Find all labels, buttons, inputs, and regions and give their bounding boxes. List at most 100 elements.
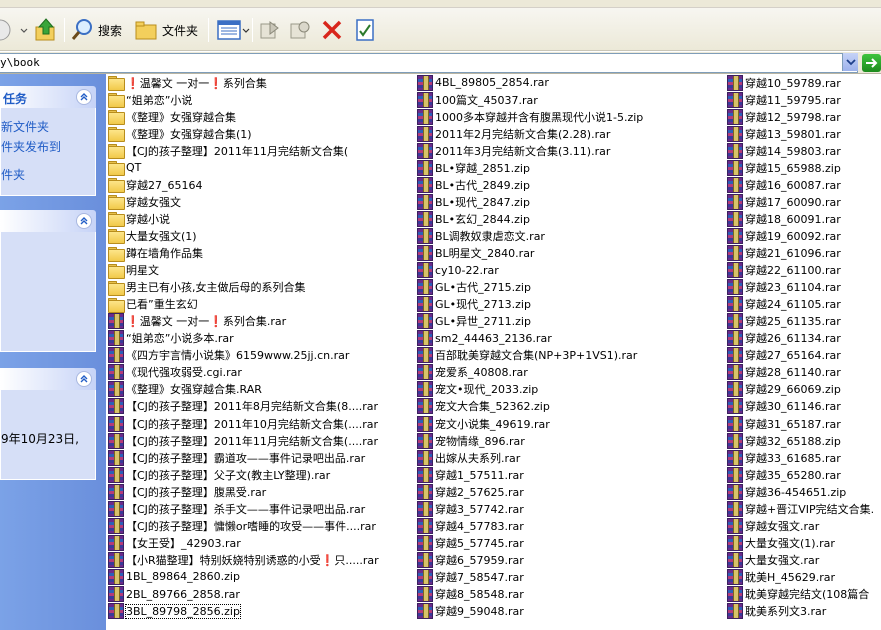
archive-file-item[interactable]: 穿越28_61140.rar: [727, 364, 841, 381]
archive-file-item[interactable]: 出嫁从夫系列.rar: [417, 449, 520, 466]
archive-file-item[interactable]: 穿越6_57959.rar: [417, 551, 524, 568]
archive-file-item[interactable]: BL•穿越_2851.zip: [417, 159, 530, 176]
folder-item[interactable]: 男主已有小孩,女主做后母的系列合集: [108, 279, 306, 296]
archive-file-item[interactable]: 大量女强文(1).rar: [727, 534, 835, 551]
copy-to-button[interactable]: [288, 16, 312, 44]
collapse-chevron-icon[interactable]: [76, 89, 92, 105]
back-button[interactable]: [0, 16, 12, 44]
archive-file-item[interactable]: 穿越19_60092.rar: [727, 227, 841, 244]
archive-file-item[interactable]: 《整理》女强穿越合集.RAR: [108, 381, 262, 398]
task-link-new-folder[interactable]: 新文件夹: [1, 118, 49, 135]
archive-file-item[interactable]: 3BL_89798_2856.zip: [108, 603, 241, 620]
back-dropdown[interactable]: [20, 16, 28, 44]
archive-file-item[interactable]: BL•古代_2849.zip: [417, 176, 530, 193]
archive-file-item[interactable]: 穿越5_57745.rar: [417, 534, 524, 551]
folder-item[interactable]: 《整理》女强穿越合集(1): [108, 125, 252, 143]
archive-file-item[interactable]: 2011年2月完结新文合集(2.28).rar: [417, 125, 610, 142]
folder-item[interactable]: 蹲在墙角作品集: [108, 245, 203, 262]
archive-file-item[interactable]: 穿越7_58547.rar: [417, 568, 524, 585]
archive-file-item[interactable]: 穿越22_61100.rar: [727, 262, 841, 279]
archive-file-item[interactable]: 穿越2_57625.rar: [417, 483, 524, 500]
up-folder-button[interactable]: [34, 16, 58, 44]
archive-file-item[interactable]: 耽美系列文3.rar: [727, 603, 826, 620]
archive-file-item[interactable]: 穿越25_61135.rar: [727, 313, 841, 330]
folder-item[interactable]: 穿越小说: [108, 210, 170, 228]
archive-file-item[interactable]: 穿越31_65187.rar: [727, 415, 841, 432]
collapse-chevron-icon[interactable]: [76, 213, 92, 229]
archive-file-item[interactable]: sm2_44463_2136.rar: [417, 330, 552, 347]
archive-file-item[interactable]: 【CJ的孩子整理】2011年8月完结新文合集(8....rar: [108, 398, 378, 415]
archive-file-item[interactable]: 《四方宇言情小说集》6159www.25jj.cn.rar: [108, 347, 349, 364]
archive-file-item[interactable]: 耽美H_45629.rar: [727, 568, 835, 585]
archive-file-item[interactable]: GL•现代_2713.zip: [417, 296, 531, 313]
archive-file-item[interactable]: 1BL_89864_2860.zip: [108, 568, 240, 585]
archive-file-item[interactable]: BL调教奴隶虐恋文.rar: [417, 227, 545, 244]
archive-file-item[interactable]: 穿越21_61096.rar: [727, 245, 841, 262]
address-input[interactable]: y\book: [0, 53, 858, 73]
archive-file-item[interactable]: 宠文大合集_52362.zip: [417, 398, 550, 415]
archive-file-item[interactable]: 穿越17_60090.rar: [727, 193, 841, 210]
archive-file-item[interactable]: 【CJ的孩子整理】霸道攻——事件记录吧出品.rar: [108, 449, 365, 466]
folder-item[interactable]: ❗温馨文 一对一❗系列合集: [108, 74, 267, 91]
archive-file-item[interactable]: 2BL_89766_2858.rar: [108, 586, 240, 603]
archive-file-item[interactable]: 【小R猫整理】特别妖娆特别诱惑的小受❗只.....rar: [108, 551, 379, 568]
folder-item[interactable]: 明星文: [108, 262, 159, 279]
archive-file-item[interactable]: 大量女强文.rar: [727, 551, 819, 568]
archive-file-item[interactable]: 穿越14_59803.rar: [727, 142, 841, 159]
folders-button[interactable]: 文件夹: [134, 16, 198, 44]
archive-file-item[interactable]: 穿越36-454651.zip: [727, 483, 846, 500]
archive-file-item[interactable]: BL•玄幻_2844.zip: [417, 210, 530, 227]
archive-file-item[interactable]: 穿越12_59798.rar: [727, 108, 841, 125]
archive-file-item[interactable]: 宠文•现代_2033.zip: [417, 381, 538, 398]
archive-file-item[interactable]: 穿越15_65988.zip: [727, 159, 841, 176]
properties-button[interactable]: [354, 16, 376, 44]
archive-file-item[interactable]: 【CJ的孩子整理】2011年11月完结新文合集(....rar: [108, 432, 378, 449]
archive-file-item[interactable]: 穿越9_59048.rar: [417, 603, 524, 620]
folder-item[interactable]: 穿越27_65164: [108, 176, 203, 194]
delete-button[interactable]: [320, 16, 344, 44]
archive-file-item[interactable]: BL•现代_2847.zip: [417, 193, 530, 210]
task-link-publish-folder[interactable]: 件夹发布到: [1, 138, 61, 155]
folder-item[interactable]: 穿越女强文: [108, 193, 181, 211]
archive-file-item[interactable]: 穿越13_59801.rar: [727, 125, 841, 142]
search-button[interactable]: 搜索: [70, 16, 122, 44]
folder-item[interactable]: 【CJ的孩子整理】2011年11月完结新文合集(: [108, 142, 348, 160]
move-to-button[interactable]: [258, 16, 282, 44]
archive-file-item[interactable]: 穿越18_60091.rar: [727, 210, 841, 227]
go-button[interactable]: [862, 54, 881, 72]
archive-file-item[interactable]: 2011年3月完结新文合集(3.11).rar: [417, 142, 610, 159]
archive-file-item[interactable]: 【CJ的孩子整理】腹黑受.rar: [108, 483, 266, 500]
archive-file-item[interactable]: 百部耽美穿越文合集(NP+3P+1VS1).rar: [417, 347, 637, 364]
folder-item[interactable]: 已看”重生玄幻: [108, 296, 198, 313]
archive-file-item[interactable]: 穿越35_65280.rar: [727, 466, 841, 483]
archive-file-item[interactable]: 宠物情缘_896.rar: [417, 432, 525, 449]
archive-file-item[interactable]: 穿越16_60087.rar: [727, 176, 841, 193]
archive-file-item[interactable]: 穿越33_61685.rar: [727, 449, 841, 466]
archive-file-item[interactable]: BL明星文_2840.rar: [417, 245, 534, 262]
task-link-share-folder[interactable]: 件夹: [1, 166, 25, 183]
archive-file-item[interactable]: cy10-22.rar: [417, 262, 499, 279]
folder-item[interactable]: QT: [108, 159, 141, 177]
archive-file-item[interactable]: 穿越30_61146.rar: [727, 398, 841, 415]
archive-file-item[interactable]: 穿越27_65164.rar: [727, 347, 841, 364]
archive-file-item[interactable]: 穿越10_59789.rar: [727, 74, 841, 91]
other-places-panel-header[interactable]: [0, 210, 96, 232]
archive-file-item[interactable]: 穿越26_61134.rar: [727, 330, 841, 347]
details-panel-header[interactable]: [0, 368, 96, 390]
archive-file-item[interactable]: 穿越女强文.rar: [727, 517, 819, 534]
collapse-chevron-icon[interactable]: [76, 371, 92, 387]
archive-file-item[interactable]: 【CJ的孩子整理】2011年10月完结新文合集(....rar: [108, 415, 378, 432]
archive-file-item[interactable]: GL•异世_2711.zip: [417, 313, 531, 330]
archive-file-item[interactable]: 100篇文_45037.rar: [417, 91, 538, 108]
archive-file-item[interactable]: 【CJ的孩子整理】杀手文——事件记录吧出品.rar: [108, 500, 365, 517]
archive-file-item[interactable]: 《现代强攻弱受.cgi.rar: [108, 364, 242, 381]
archive-file-item[interactable]: 耽美穿越完结文(108篇合: [727, 586, 869, 603]
archive-file-item[interactable]: “姐弟恋”小说多本.rar: [108, 330, 234, 347]
archive-file-item[interactable]: 穿越24_61105.rar: [727, 296, 841, 313]
archive-file-item[interactable]: 穿越32_65188.zip: [727, 432, 841, 449]
archive-file-item[interactable]: 4BL_89805_2854.rar: [417, 74, 549, 91]
archive-file-item[interactable]: 穿越3_57742.rar: [417, 500, 524, 517]
archive-file-item[interactable]: 穿越23_61104.rar: [727, 279, 841, 296]
archive-file-item[interactable]: 穿越29_66069.zip: [727, 381, 841, 398]
archive-file-item[interactable]: 穿越+晋江VIP完结文合集.: [727, 500, 874, 517]
